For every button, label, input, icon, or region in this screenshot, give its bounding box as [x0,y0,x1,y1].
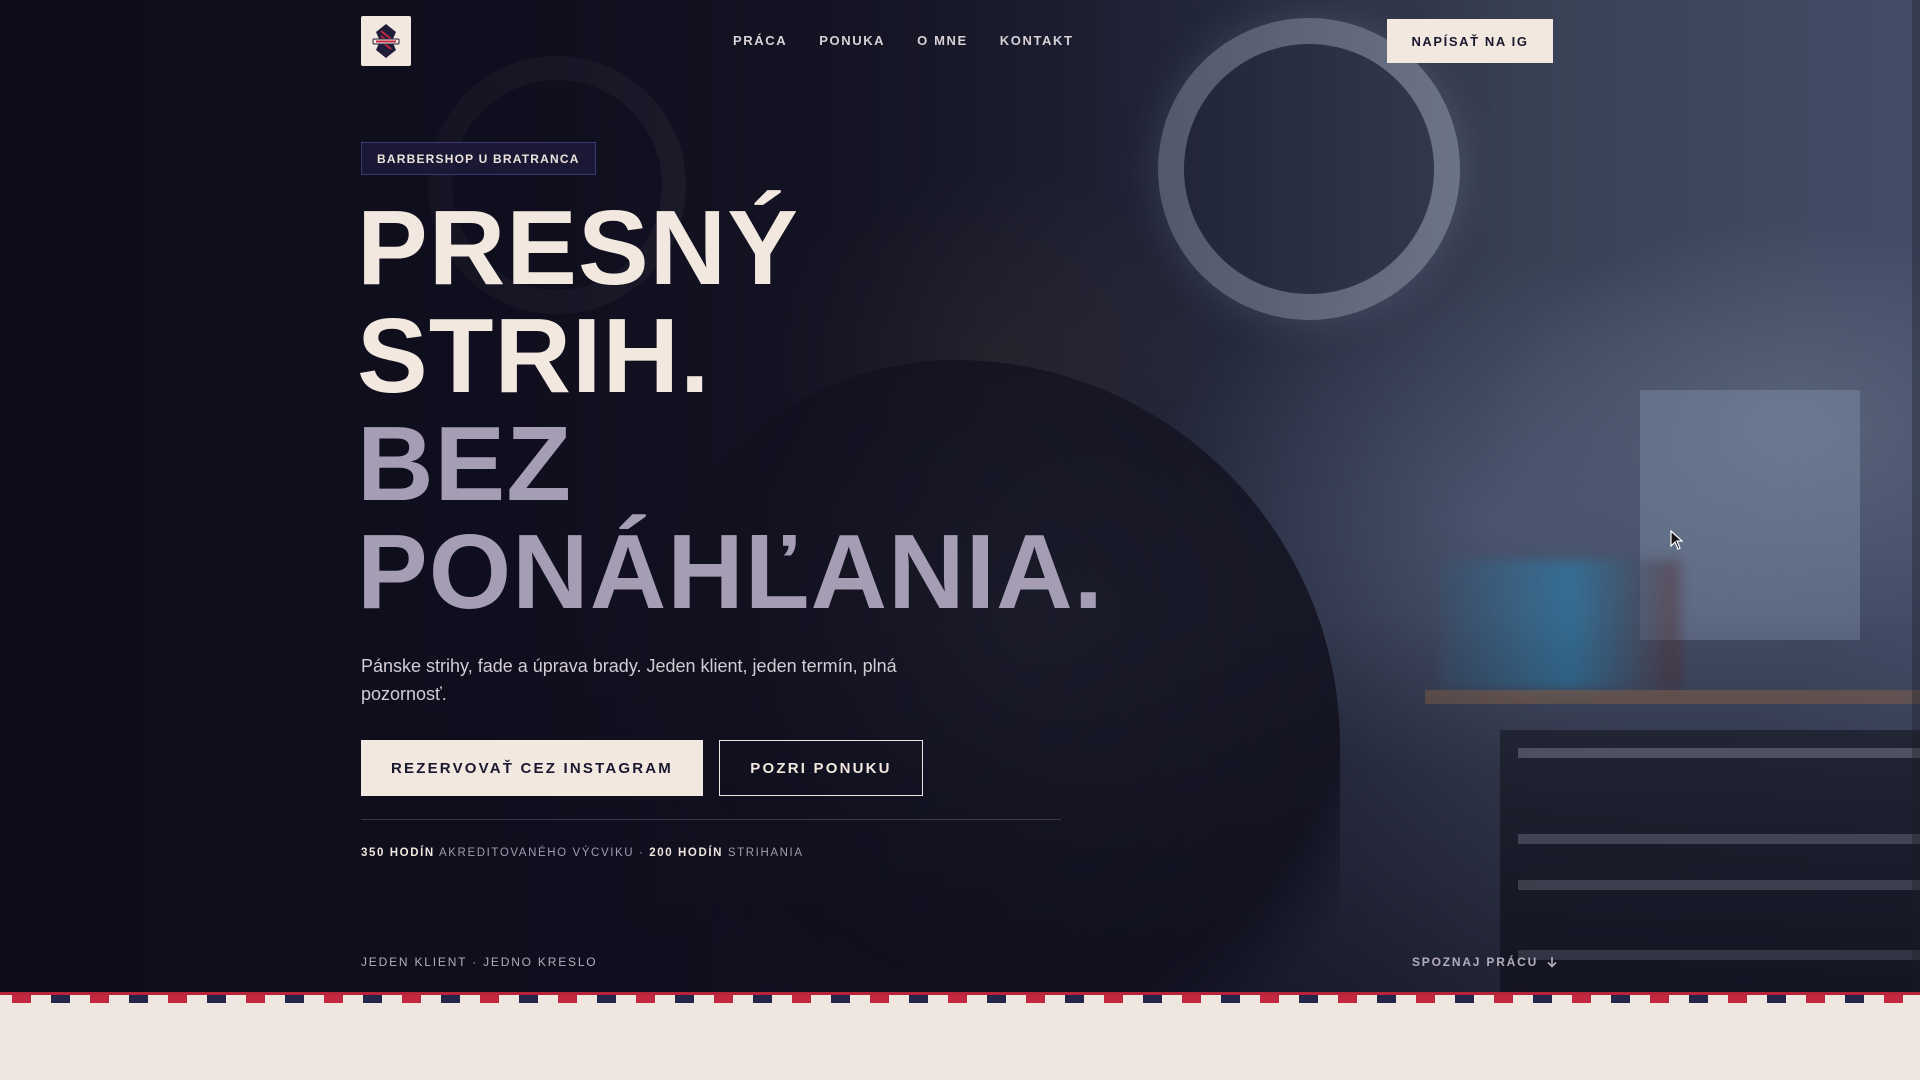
stat-separator: · [639,847,645,859]
barber-pole-emblem-icon [372,24,400,58]
headline-line-3: BEZ [357,405,572,523]
hero-bottom-overlay [0,613,1920,993]
stat-label-training: AKREDITOVANÉHO VÝCVIKU [439,847,635,859]
main-nav: PRÁCA PONUKA O MNE KONTAKT [733,33,1074,49]
stat-label-cutting: STRIHANIA [727,847,804,859]
nav-link-praca[interactable]: PRÁCA [733,33,787,49]
logo[interactable] [361,16,411,66]
stat-hours-cutting: 200 HODÍN [649,847,724,859]
page-scrollbar[interactable] [1912,0,1920,992]
hero-lead-text: Pánske strihy, fade a úprava brady. Jede… [361,656,897,704]
headline-line-4: PONÁHĽANIA. [357,513,1105,631]
scroll-to-work-link[interactable]: SPOZNAJ PRÁCU [1412,955,1558,969]
hero-stats: 350 HODÍN AKREDITOVANÉHO VÝCVIKU · 200 H… [361,846,804,860]
stat-hours-training: 350 HODÍN [361,847,435,859]
headline-line-1: PRESNÝ [357,189,799,307]
next-section [0,1003,1920,1080]
arrow-down-icon [1547,957,1557,968]
nav-link-o-mne[interactable]: O MNE [917,33,968,49]
view-offer-button[interactable]: POZRI PONUKU [719,740,923,796]
nav-link-kontakt[interactable]: KONTAKT [1000,33,1074,49]
hero-tagline: JEDEN KLIENT · JEDNO KRESLO [361,955,598,969]
hero-badge: BARBERSHOP U BRATRANCA [361,142,596,175]
hero-divider [361,819,1061,820]
instagram-message-button[interactable]: NAPÍSAŤ NA IG [1387,19,1553,63]
book-via-instagram-button[interactable]: REZERVOVAŤ CEZ INSTAGRAM [361,740,703,796]
mouse-pointer-icon [1670,530,1684,550]
barber-stripe [0,995,1920,1003]
nav-link-ponuka[interactable]: PONUKA [819,33,885,49]
scroll-link-label: SPOZNAJ PRÁCU [1412,955,1539,969]
hero-headline: PRESNÝ STRIH. BEZ PONÁHĽANIA. [357,194,1104,626]
headline-line-2: STRIH. [357,297,711,415]
